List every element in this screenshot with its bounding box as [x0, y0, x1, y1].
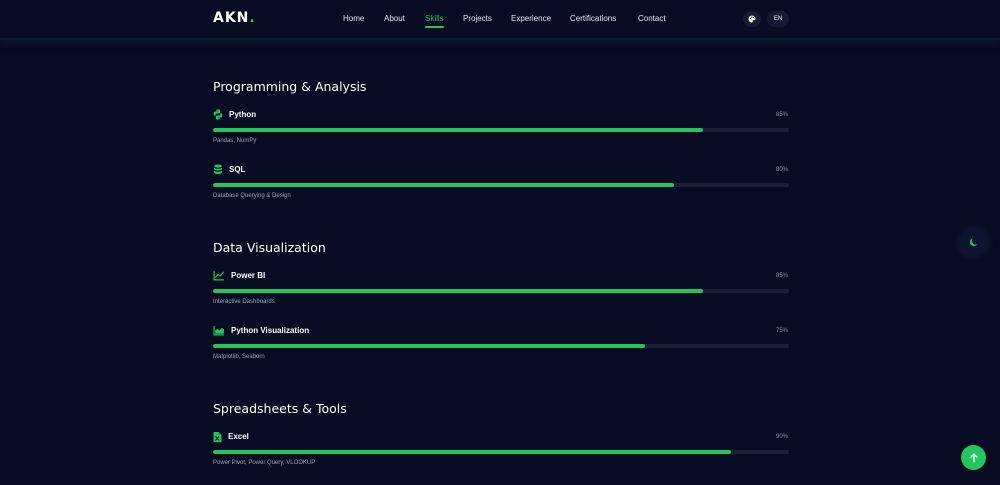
arrow-up-icon	[969, 453, 978, 463]
palette-button[interactable]	[743, 11, 761, 27]
section-title-visualization: Data Visualization	[213, 240, 326, 255]
progress-fill-python	[213, 128, 703, 132]
skill-percent-power-bi: 85%	[775, 273, 788, 279]
section-title-programming: Programming & Analysis	[213, 79, 367, 94]
progress-track-excel	[213, 450, 789, 454]
progress-fill-excel	[213, 450, 732, 454]
skill-name-power-bi: Power BI	[231, 271, 266, 280]
progress-track-python-visualization	[213, 344, 789, 348]
nav-links: Home About Skills Projects Experience Ce…	[0, 14, 1000, 28]
skill-desc-power-bi: Interactive Dashboards	[213, 299, 275, 305]
area-chart-icon	[213, 326, 224, 336]
page: AKN. Home About Skills Projects Experien…	[0, 0, 1000, 485]
progress-fill-python-visualization	[213, 344, 645, 348]
language-button[interactable]: EN	[767, 11, 789, 27]
skill-desc-sql: Database Querying & Design	[213, 193, 291, 199]
nav-link-certifications[interactable]: Certifications	[570, 14, 616, 23]
nav-link-experience[interactable]: Experience	[511, 14, 551, 23]
skill-desc-python-visualization: Matplotlib, Seaborn	[213, 354, 265, 360]
theme-toggle-button[interactable]	[962, 230, 986, 254]
excel-icon	[213, 431, 222, 443]
moon-icon	[969, 238, 978, 247]
nav-link-skills[interactable]: Skills	[425, 14, 444, 28]
progress-fill-power-bi	[213, 289, 703, 293]
database-icon	[214, 164, 222, 174]
skill-name-python: Python	[229, 110, 257, 119]
line-chart-icon	[213, 271, 224, 281]
nav-link-projects[interactable]: Projects	[463, 14, 492, 23]
progress-track-power-bi	[213, 289, 789, 293]
skill-percent-python-visualization: 75%	[775, 328, 788, 334]
python-icon	[213, 109, 223, 120]
nav-link-about[interactable]: About	[384, 14, 405, 23]
skill-name-excel: Excel	[228, 432, 249, 441]
nav-link-contact[interactable]: Contact	[638, 14, 666, 23]
skill-name-python-visualization: Python Visualization	[231, 326, 310, 335]
section-title-spreadsheets: Spreadsheets & Tools	[213, 401, 347, 416]
progress-track-python	[213, 128, 789, 132]
progress-track-sql	[213, 183, 789, 187]
scroll-to-top-button[interactable]	[961, 445, 986, 470]
skill-percent-excel: 90%	[775, 434, 788, 440]
skill-desc-python: Pandas, NumPy	[213, 138, 257, 144]
progress-fill-sql	[213, 183, 674, 187]
skill-desc-excel: Power Pivot, Power Query, VLOOKUP	[213, 460, 316, 466]
skill-percent-sql: 80%	[775, 167, 788, 173]
nav-link-home[interactable]: Home	[343, 14, 364, 23]
palette-icon	[748, 15, 756, 23]
navbar: AKN. Home About Skills Projects Experien…	[0, 0, 1000, 40]
skill-name-sql: SQL	[229, 165, 246, 174]
skill-percent-python: 85%	[775, 112, 788, 118]
